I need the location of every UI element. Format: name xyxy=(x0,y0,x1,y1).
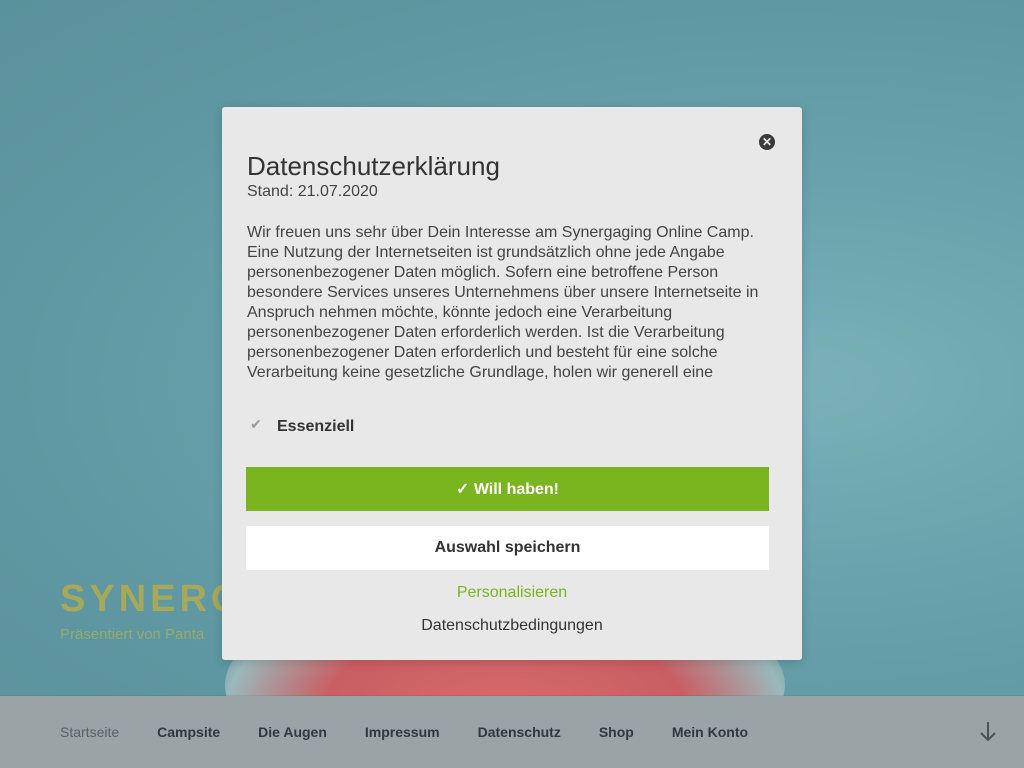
accept-button[interactable]: ✓ Will haben! xyxy=(246,467,769,511)
modal-body-text[interactable]: Wir freuen uns sehr über Dein Interesse … xyxy=(247,223,762,381)
save-selection-button[interactable]: Auswahl speichern xyxy=(246,526,769,570)
essential-checkbox[interactable]: ✔ xyxy=(247,415,265,433)
privacy-modal: ✕ Datenschutzerklärung Stand: 21.07.2020… xyxy=(222,107,802,660)
essential-checkbox-label: Essenziell xyxy=(277,418,355,435)
personalize-link[interactable]: Personalisieren xyxy=(222,584,802,602)
consent-essential-row[interactable]: ✔ Essenziell xyxy=(247,414,354,440)
modal-title: Datenschutzerklärung xyxy=(247,151,500,181)
close-icon[interactable]: ✕ xyxy=(759,134,775,150)
modal-date: Stand: 21.07.2020 xyxy=(247,183,378,200)
privacy-policy-link[interactable]: Datenschutzbedingungen xyxy=(222,617,802,635)
